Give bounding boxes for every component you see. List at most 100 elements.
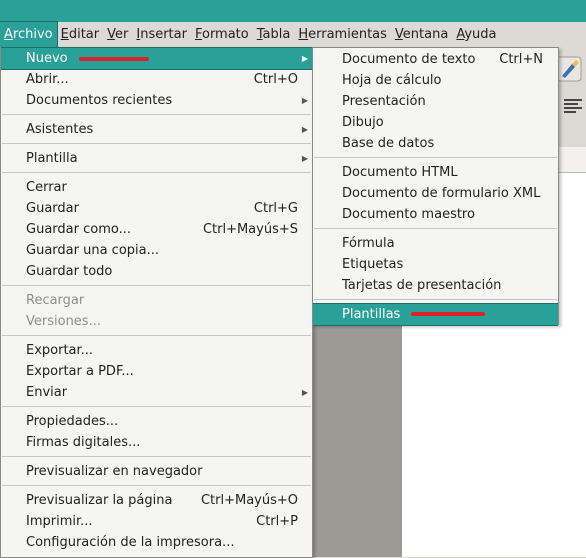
menu-item-label: Firmas digitales... <box>26 435 141 450</box>
menu-item-documentos-recientes[interactable]: Documentos recientes ▶ <box>1 90 312 111</box>
menu-item-guardar-como[interactable]: Guardar como... Ctrl+Mayús+S <box>1 219 312 240</box>
menu-item-propiedades[interactable]: Propiedades... <box>1 411 312 432</box>
menu-item-etiquetas[interactable]: Etiquetas <box>313 254 558 275</box>
menu-item-label: Documento maestro <box>342 207 475 222</box>
menu-separator <box>2 335 311 336</box>
shortcut-label: Ctrl+N <box>499 52 543 67</box>
menu-item-documento-html[interactable]: Documento HTML <box>313 162 558 183</box>
menu-separator <box>2 485 311 486</box>
menu-item-nuevo[interactable]: Nuevo ▶ <box>1 47 312 70</box>
red-annotation-mark <box>79 57 149 61</box>
menu-item-label: Guardar todo <box>26 264 113 279</box>
menu-item-label: Abrir... <box>26 72 69 87</box>
menu-item-label: Etiquetas <box>342 257 404 272</box>
menu-item-cerrar[interactable]: Cerrar <box>1 177 312 198</box>
menu-herramientas[interactable]: Herramientas <box>294 22 391 47</box>
shortcut-label: Ctrl+G <box>253 201 298 216</box>
align-left-icon[interactable] <box>562 97 584 115</box>
menu-item-label: Documento de formulario XML <box>342 186 541 201</box>
menu-item-guardar[interactable]: Guardar Ctrl+G <box>1 198 312 219</box>
menu-item-formula[interactable]: Fórmula <box>313 233 558 254</box>
menu-item-label: Guardar como... <box>26 222 131 237</box>
submenu-arrow-icon: ▶ <box>301 96 308 105</box>
menu-separator <box>314 157 557 158</box>
menu-item-label: Previsualizar en navegador <box>26 464 203 479</box>
shortcut-label: Ctrl+P <box>256 514 298 529</box>
menu-item-presentacion[interactable]: Presentación <box>313 91 558 112</box>
menu-item-label: Asistentes <box>26 122 94 137</box>
menu-item-label: Fórmula <box>342 236 395 251</box>
menu-item-tarjetas-presentacion[interactable]: Tarjetas de presentación <box>313 275 558 296</box>
menu-item-guardar-todo[interactable]: Guardar todo <box>1 261 312 282</box>
menu-item-label: Configuración de la impresora... <box>26 535 235 550</box>
menu-editar[interactable]: Editar <box>57 22 104 47</box>
file-menu: Nuevo ▶ Abrir... Ctrl+O Documentos recie… <box>0 47 313 558</box>
menu-item-plantilla[interactable]: Plantilla ▶ <box>1 148 312 169</box>
menu-item-label: Imprimir... <box>26 514 93 529</box>
shortcut-label: Ctrl+O <box>253 72 298 87</box>
menu-item-hoja-calculo[interactable]: Hoja de cálculo <box>313 70 558 91</box>
menu-item-previsualizar-pagina[interactable]: Previsualizar la página Ctrl+Mayús+O <box>1 490 312 511</box>
menu-item-label: Nuevo <box>26 51 68 66</box>
menu-item-asistentes[interactable]: Asistentes ▶ <box>1 119 312 140</box>
submenu-arrow-icon: ▶ <box>301 125 308 134</box>
menu-item-label: Cerrar <box>26 180 67 195</box>
menu-item-enviar[interactable]: Enviar ▶ <box>1 382 312 403</box>
menu-insertar[interactable]: Insertar <box>132 22 191 47</box>
new-submenu: Documento de texto Ctrl+N Hoja de cálcul… <box>312 47 559 326</box>
menu-item-label: Guardar una copia... <box>26 243 159 258</box>
menu-separator <box>2 285 311 286</box>
shortcut-label: Ctrl+Mayús+O <box>200 493 298 508</box>
menu-item-label: Recargar <box>26 293 85 308</box>
menu-item-label: Documento HTML <box>342 165 458 180</box>
menu-ayuda[interactable]: Ayuda <box>452 22 500 47</box>
menu-item-label: Exportar... <box>26 343 94 358</box>
menu-item-exportar-pdf[interactable]: Exportar a PDF... <box>1 361 312 382</box>
menu-item-label: Exportar a PDF... <box>26 364 134 379</box>
menu-formato[interactable]: Formato <box>191 22 253 47</box>
menu-item-guardar-copia[interactable]: Guardar una copia... <box>1 240 312 261</box>
menu-item-recargar[interactable]: Recargar <box>1 290 312 311</box>
menu-item-abrir[interactable]: Abrir... Ctrl+O <box>1 69 312 90</box>
menu-item-label: Hoja de cálculo <box>342 73 442 88</box>
menu-item-label: Presentación <box>342 94 426 109</box>
submenu-arrow-icon: ▶ <box>301 54 308 63</box>
menu-item-label: Tarjetas de presentación <box>342 278 502 293</box>
menu-ver[interactable]: Ver <box>103 22 132 47</box>
menu-item-formulario-xml[interactable]: Documento de formulario XML <box>313 183 558 204</box>
menu-item-documento-maestro[interactable]: Documento maestro <box>313 204 558 225</box>
ruler <box>558 147 586 173</box>
menu-separator <box>2 172 311 173</box>
menu-bar: Archivo Editar Ver Insertar Formato Tabl… <box>0 21 586 48</box>
menu-item-dibujo[interactable]: Dibujo <box>313 112 558 133</box>
menu-item-configuracion-impresora[interactable]: Configuración de la impresora... <box>1 532 312 553</box>
menu-item-exportar[interactable]: Exportar... <box>1 340 312 361</box>
menu-item-versiones[interactable]: Versiones... <box>1 311 312 332</box>
menu-separator <box>2 114 311 115</box>
menu-item-label: Guardar <box>26 201 79 216</box>
menu-item-documento-texto[interactable]: Documento de texto Ctrl+N <box>313 49 558 70</box>
menu-item-label: Documentos recientes <box>26 93 173 108</box>
brush-icon[interactable] <box>556 56 582 82</box>
menu-item-label: Base de datos <box>342 136 435 151</box>
title-bar <box>0 0 586 22</box>
menu-item-previsualizar-navegador[interactable]: Previsualizar en navegador <box>1 461 312 482</box>
menu-item-label: Dibujo <box>342 115 384 130</box>
menu-item-firmas-digitales[interactable]: Firmas digitales... <box>1 432 312 453</box>
menu-item-label: Versiones... <box>26 314 101 329</box>
shortcut-label: Ctrl+Mayús+S <box>202 222 298 237</box>
menu-item-label: Plantilla <box>26 151 78 166</box>
menu-ventana[interactable]: Ventana <box>391 22 452 47</box>
menu-archivo[interactable]: Archivo <box>0 21 58 48</box>
menu-separator <box>314 299 557 300</box>
menu-item-imprimir[interactable]: Imprimir... Ctrl+P <box>1 511 312 532</box>
menu-item-label: Previsualizar la página <box>26 493 173 508</box>
menu-separator <box>2 406 311 407</box>
menu-tabla[interactable]: Tabla <box>253 22 295 47</box>
menu-item-label: Enviar <box>26 385 68 400</box>
menu-separator <box>314 228 557 229</box>
submenu-arrow-icon: ▶ <box>301 388 308 397</box>
menu-separator <box>2 456 311 457</box>
red-annotation-mark <box>411 312 485 316</box>
menu-item-base-datos[interactable]: Base de datos <box>313 133 558 154</box>
